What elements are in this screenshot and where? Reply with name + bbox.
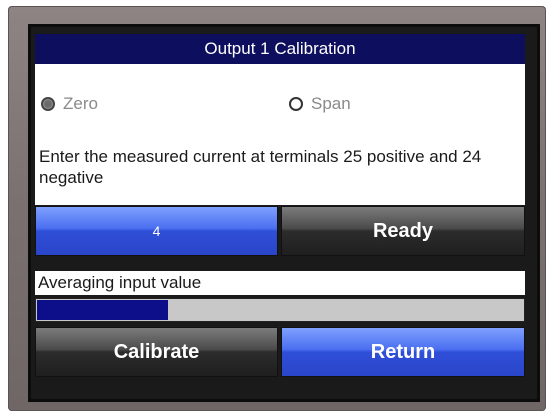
zero-label: Zero bbox=[63, 94, 98, 113]
span-radio[interactable]: Span bbox=[289, 94, 351, 114]
measured-current-input[interactable]: 4 bbox=[35, 206, 278, 256]
measured-current-value: 4 bbox=[152, 223, 161, 239]
status-text: Averaging input value bbox=[38, 273, 202, 292]
radio-checked-icon bbox=[41, 97, 55, 111]
zero-radio[interactable]: Zero bbox=[41, 94, 98, 114]
radio-unchecked-icon bbox=[289, 97, 303, 111]
calibrate-button[interactable]: Calibrate bbox=[35, 327, 278, 377]
progress-fill bbox=[37, 300, 168, 320]
return-button[interactable]: Return bbox=[281, 327, 525, 377]
content-panel: Zero Span Enter the measured current at … bbox=[35, 64, 525, 205]
instruction-text: Enter the measured current at terminals … bbox=[39, 147, 482, 187]
ready-label: Ready bbox=[372, 219, 434, 242]
progress-bar bbox=[35, 298, 525, 322]
calibrate-label: Calibrate bbox=[113, 340, 200, 363]
ready-button[interactable]: Ready bbox=[281, 206, 525, 256]
span-label: Span bbox=[311, 94, 351, 113]
hmi-screen: Output 1 Calibration Zero Span Enter the… bbox=[28, 24, 540, 402]
page-title: Output 1 Calibration bbox=[35, 34, 525, 64]
title-text: Output 1 Calibration bbox=[204, 39, 356, 58]
return-label: Return bbox=[370, 340, 436, 363]
status-bar: Averaging input value bbox=[35, 271, 525, 295]
